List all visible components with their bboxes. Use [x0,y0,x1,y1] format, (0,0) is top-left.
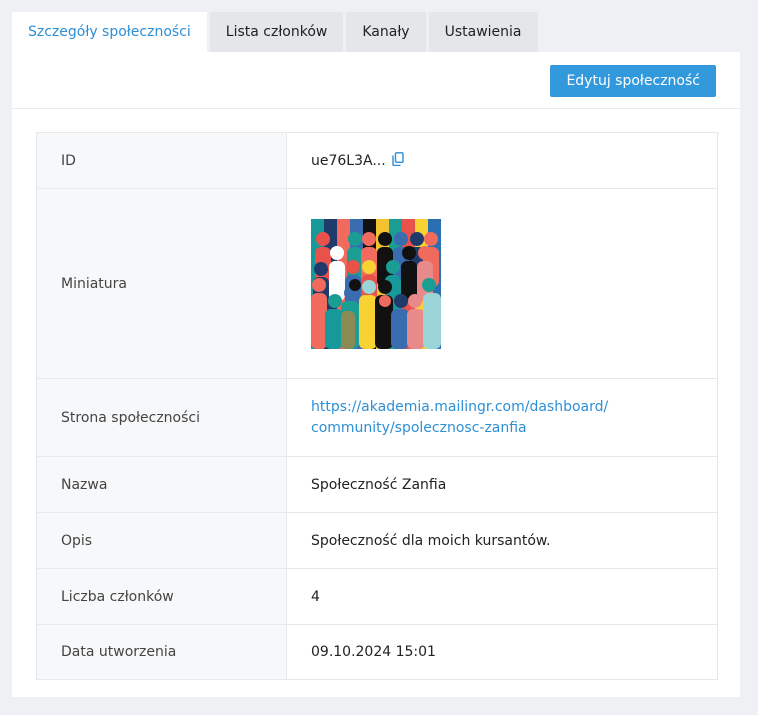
id-value: ue76L3A... [311,152,386,169]
row-name: Nazwa Społeczność Zanfia [37,456,717,512]
panel-toolbar: Edytuj społeczność [12,52,740,109]
member-count-value: 4 [311,588,320,605]
row-community-page: Strona społeczności https://akademia.mai… [37,378,717,456]
name-label: Nazwa [37,457,287,512]
community-url-line2: community/spolecznosc-zanfia [311,419,527,436]
details-table: ID ue76L3A... Miniatura Strona społeczno… [36,132,718,680]
description-label: Opis [37,513,287,568]
created-date-value: 09.10.2024 15:01 [311,644,436,660]
tab-settings[interactable]: Ustawienia [428,12,538,52]
community-page-label: Strona społeczności [37,379,287,456]
row-thumbnail: Miniatura [37,188,717,378]
row-member-count: Liczba członków 4 [37,568,717,624]
name-value: Społeczność Zanfia [311,476,447,493]
details-panel: Edytuj społeczność ID ue76L3A... Miniatu… [12,52,740,697]
community-thumbnail-image [311,218,441,349]
id-label: ID [37,133,287,188]
description-value: Społeczność dla moich kursantów. [311,532,551,549]
created-date-label: Data utworzenia [37,625,287,679]
tab-community-details[interactable]: Szczegóły społeczności [12,12,207,52]
tab-member-list[interactable]: Lista członków [209,12,344,52]
row-description: Opis Społeczność dla moich kursantów. [37,512,717,568]
row-created-date: Data utworzenia 09.10.2024 15:01 [37,624,717,679]
edit-community-button[interactable]: Edytuj społeczność [550,65,716,97]
member-count-label: Liczba członków [37,569,287,624]
tab-channels[interactable]: Kanały [346,12,426,52]
thumbnail-label: Miniatura [37,189,287,378]
row-id: ID ue76L3A... [37,133,717,188]
community-page-link[interactable]: https://akademia.mailingr.com/dashboard/… [311,397,608,439]
thumbnail-cell [287,189,717,378]
community-url-line1: https://akademia.mailingr.com/dashboard/ [311,398,609,415]
id-value-cell: ue76L3A... [287,133,717,188]
copy-icon[interactable] [392,151,404,170]
community-page-cell: https://akademia.mailingr.com/dashboard/… [287,379,717,456]
tab-bar: Szczegóły społeczności Lista członków Ka… [12,12,541,52]
